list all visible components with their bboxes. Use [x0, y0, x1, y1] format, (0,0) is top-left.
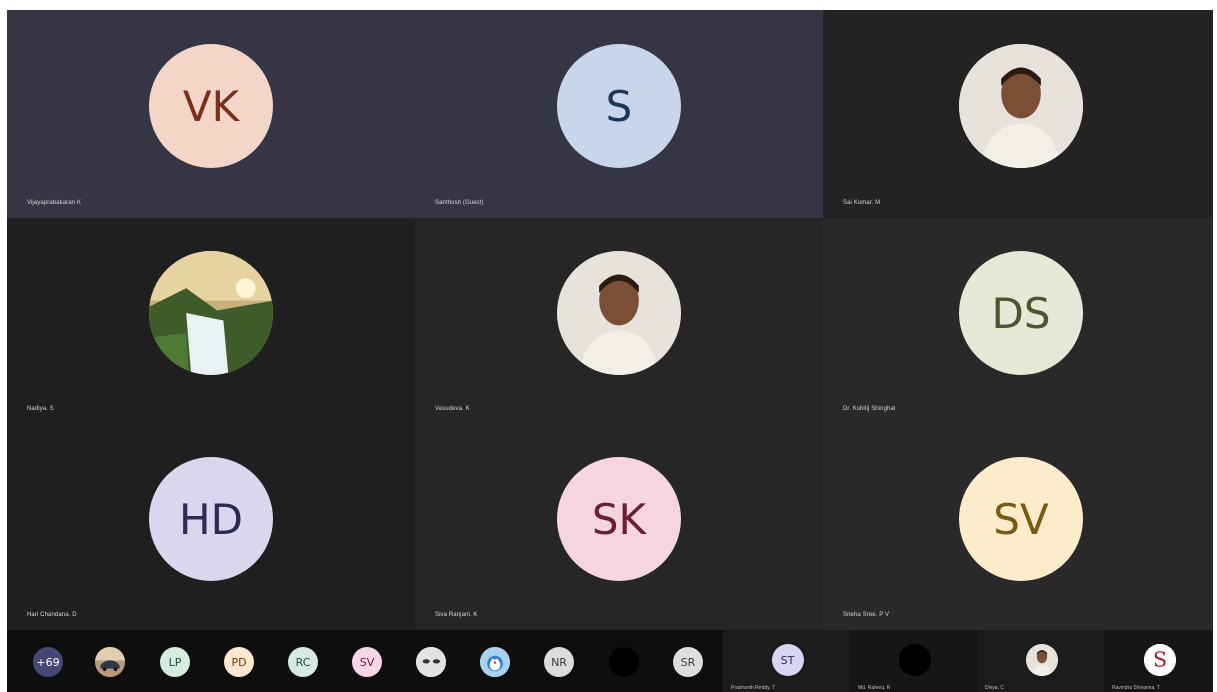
participant-tile[interactable]: Sai Kumar. M [823, 10, 1213, 218]
participant-tile[interactable]: SK Siva Ranjani. K [415, 424, 823, 630]
svg-text:S: S [1152, 647, 1166, 671]
more-participants-count: +69 [36, 655, 60, 669]
participant-name: Dr. Kshitij Shinghal [843, 406, 896, 412]
participant-chip[interactable] [480, 647, 510, 677]
participant-name: Vasudeva. K [435, 406, 470, 412]
participant-name: Siva Ranjani. K [435, 612, 478, 618]
participant-chip[interactable]: NR [544, 647, 574, 677]
participant-avatar: HD [149, 457, 273, 581]
participant-strip-name: Ravindra Shivanna. T [1112, 685, 1160, 691]
participant-chip[interactable]: LP [160, 647, 190, 677]
participant-photo [149, 251, 273, 375]
eyes-photo-icon [416, 647, 446, 677]
participant-chip-initials: NR [551, 655, 567, 669]
participant-chip [1025, 644, 1058, 676]
participant-avatar: VK [149, 44, 273, 168]
participant-initials: VK [182, 81, 240, 131]
participant-name: Hari Chandana. D [27, 612, 77, 618]
participant-name: Vijayaprabakaran K [27, 200, 82, 206]
participant-strip-tile[interactable]: S Ravindra Shivanna. T [1104, 630, 1213, 692]
participant-photo [557, 251, 681, 375]
participant-chip-initials: RC [295, 655, 311, 669]
participant-avatar: SK [557, 457, 681, 581]
participant-initials: HD [179, 494, 243, 544]
participant-tile[interactable]: HD Hari Chandana. D [7, 424, 415, 630]
more-participants-button[interactable]: +69 [33, 647, 63, 677]
blank-avatar-icon [609, 647, 639, 677]
participant-tile[interactable]: VK Vijayaprabakaran K [7, 10, 415, 218]
participant-chip-initials: LP [168, 655, 182, 669]
participant-chip[interactable]: RC [288, 647, 318, 677]
participant-avatar: S [557, 44, 681, 168]
participant-strip-tile[interactable]: ST Prashanth Reddy. T [723, 630, 850, 692]
participant-initials: S [605, 81, 633, 131]
participant-tile[interactable]: DS Dr. Kshitij Shinghal [823, 218, 1213, 424]
participant-strip-name: Prashanth Reddy. T [731, 685, 776, 691]
participant-chip [898, 644, 931, 676]
participant-chip[interactable] [416, 647, 446, 677]
blank-avatar-icon [898, 644, 931, 676]
person-photo-icon [557, 251, 681, 375]
meeting-stage: VK Vijayaprabakaran K S Santhosh (Guest) Sai… [7, 10, 1213, 692]
participant-strip: +69 LP PD RC SV NR SR ST Prashanth Reddy. T Md. … [7, 630, 1213, 692]
participant-strip-tile[interactable]: Divya. C [977, 630, 1104, 692]
participant-initials: DS [991, 288, 1051, 338]
participant-avatar: SV [959, 457, 1083, 581]
participant-tile[interactable]: Nadiya. S [7, 218, 415, 424]
participant-strip-name: Md. Rafeeq. R [858, 685, 891, 691]
participant-chip-initials: PD [231, 655, 247, 669]
participant-tile[interactable]: S Santhosh (Guest) [415, 10, 823, 218]
participant-name: Sneha Sree. P V [843, 612, 890, 618]
participant-strip-name: Divya. C [985, 685, 1004, 691]
participant-name: Santhosh (Guest) [435, 200, 484, 206]
participant-initials: SK [591, 494, 647, 544]
participant-chip: S [1143, 644, 1176, 676]
participant-chip[interactable]: PD [224, 647, 254, 677]
person-photo-icon [1025, 644, 1058, 676]
participant-chip: ST [771, 644, 804, 676]
participant-chip[interactable] [95, 647, 125, 677]
waterfall-landscape-icon [149, 251, 273, 375]
participant-name: Sai Kumar. M [843, 200, 881, 206]
participant-chip[interactable] [609, 647, 639, 677]
s-logo-icon: S [1143, 644, 1176, 676]
participant-chip[interactable]: SV [352, 647, 382, 677]
participant-chip-initials: SR [680, 655, 696, 669]
participant-grid: VK Vijayaprabakaran K S Santhosh (Guest) Sai… [7, 10, 1213, 630]
car-photo-icon [95, 647, 125, 677]
participant-name: Nadiya. S [27, 406, 54, 412]
participant-avatar: DS [959, 251, 1083, 375]
cartoon-photo-icon [480, 647, 510, 677]
participant-chip-initials: ST [780, 653, 795, 667]
person-photo-icon [959, 44, 1083, 168]
participant-photo [959, 44, 1083, 168]
participant-chip[interactable]: SR [673, 647, 703, 677]
participant-tile[interactable]: Vasudeva. K [415, 218, 823, 424]
participant-initials: SV [993, 494, 1049, 544]
participant-tile[interactable]: SV Sneha Sree. P V [823, 424, 1213, 630]
participant-strip-tile[interactable]: Md. Rafeeq. R [850, 630, 977, 692]
participant-chip-initials: SV [359, 655, 375, 669]
